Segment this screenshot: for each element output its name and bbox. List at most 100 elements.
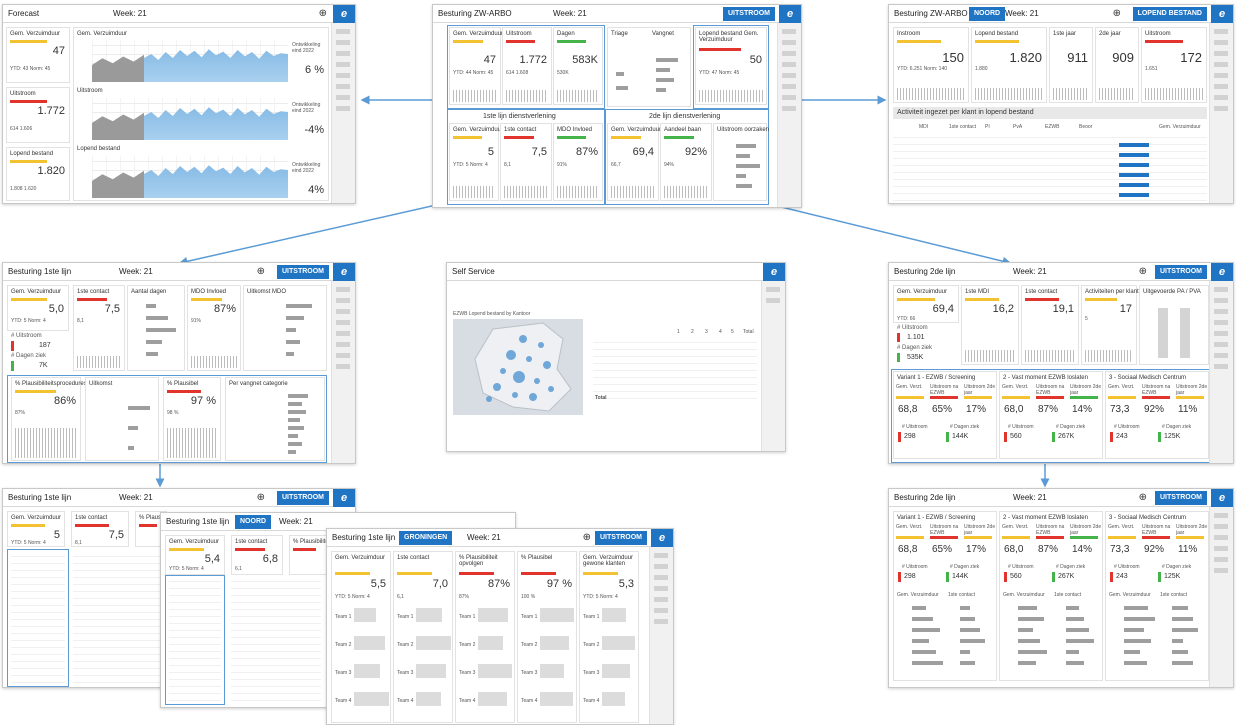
kpi-card[interactable]: Uitstroom 1.772 614 1.606 [6,87,70,143]
kpi-card[interactable]: Gem. Verzuimduur 5,0 YTD: 5 Norm: 4 [7,285,69,331]
kpi-card[interactable]: 2de jaar 909 [1095,27,1139,103]
kpi-card[interactable]: 1ste contact 7,5 8,1 [71,511,129,547]
kpi-card[interactable]: 1ste contact 6,8 6,1 [231,535,283,575]
nav-circle-icon[interactable]: ⊕ [583,532,591,544]
kpi-card[interactable]: Gem. Verzuimduur 5 YTD: 5 Norm: 4 [7,511,65,547]
kpi-card[interactable]: Instroom 150 YTD: 6.251 Norm: 140 [893,27,969,103]
variant-card[interactable]: 3 - Sociaal Medisch Centrum Gem. Verzt. 73… [1105,371,1209,459]
nav-circle-icon[interactable]: ⊕ [1113,8,1121,20]
team-list[interactable] [73,553,163,683]
row-bar [540,608,574,622]
lopend-bestand-button[interactable]: LOPEND BESTAND [1132,7,1207,21]
kpi-card[interactable]: Dagen 583K 530K [553,27,603,105]
variant-card[interactable]: 2 - Vast moment EZWB loslaten Gem. Verzt.… [999,511,1103,681]
b2-week: Week: 21 [1013,267,1047,276]
kpi-card[interactable]: 1ste contact 7,5 8,1 [500,123,552,201]
triage-card[interactable]: Triage Vangnet [607,27,691,107]
variant-card[interactable]: 3 - Sociaal Medisch Centrum Gem. Verzt. 73… [1105,511,1209,681]
uitstroom-button[interactable]: UITSTROOM [277,491,329,505]
kpi-card[interactable]: Gem. Verzuimduur 69,4 YTD: 66 [893,285,959,323]
kpi-card[interactable]: Uitstroom 1.772 614 1.608 [502,27,552,105]
variant-kpi-value: 68,8 [898,544,918,555]
kpi-label: 1ste contact [75,515,108,521]
filter-sidebar[interactable] [1209,23,1233,203]
row-label: Team 4 [459,698,476,704]
variant-card[interactable]: 2 - Vast moment EZWB loslaten Gem. Verzt.… [999,371,1103,459]
kpi-card[interactable]: 1ste jaar 911 [1049,27,1093,103]
uitstroom-button[interactable]: UITSTROOM [1155,491,1207,505]
kpi-bar [169,548,204,551]
nav-circle-icon[interactable]: ⊕ [1139,492,1147,504]
kpi-card[interactable]: Gem. Verzuimduur 47 YTD: 43 Norm: 45 [6,27,70,83]
row-label: Team 1 [459,614,476,620]
pva-card[interactable]: Uitgevoerde PA / PVA [1139,285,1209,365]
nav-circle-icon[interactable]: ⊕ [257,266,265,278]
team-list[interactable] [231,579,321,701]
kpi-card[interactable]: Aandeel baan 92% 94% [660,123,712,201]
kpi-card[interactable]: Lopend bestand 1.820 1.880 [971,27,1047,103]
region-button[interactable]: NOORD [969,7,1006,21]
uitstroom-oorzaken-card[interactable]: Uitstroom oorzaken [713,123,769,201]
kpi-card[interactable]: Lopend bestand 1.820 1.808 1.620 [6,147,70,201]
nav-circle-icon[interactable]: ⊕ [257,492,265,504]
kpi-card[interactable]: 1ste contact 7,5 8,1 [73,285,125,371]
variant-card[interactable]: Variant 1 - EZWB / Screening Gem. Verzt. 6… [893,511,997,681]
sparkbars [699,90,763,102]
filter-sidebar[interactable] [1209,507,1233,687]
kpi-card[interactable]: 1ste contact 19,1 [1021,285,1079,365]
kpi-card[interactable]: Gem. Verzuimduur 69,4 66,7 [607,123,661,201]
kpi-card[interactable]: Uitstroom 172 1.651 [1141,27,1207,103]
netherlands-map[interactable] [453,319,583,415]
filter-sidebar[interactable] [649,547,673,724]
nav-circle-icon[interactable]: ⊕ [319,8,327,20]
hbar [286,352,294,356]
row-bar [540,636,569,650]
activity-table[interactable] [893,133,1207,201]
kpi-card[interactable]: Gem. Verzuimduur 5,4 YTD: 5 Norm: 4 [165,535,225,575]
kpi-card[interactable]: Gem. Verzuimduur 5,5 YTD: 5 Norm: 4 Team 1 T… [331,551,391,723]
region-button[interactable]: GRONINGEN [399,531,453,545]
kpi-card[interactable]: % Plausibiliteit [289,535,332,575]
lopend-card[interactable]: Lopend bestand Gem. Verzuimduur 50 YTD: 47… [695,27,767,105]
kpi-card[interactable]: MDO Invloed 87% 91% [187,285,241,371]
kpi-value: 7,5 [108,529,124,541]
region-button[interactable]: NOORD [235,515,272,529]
uitstroom-marker [1004,572,1007,582]
vangnet-card[interactable]: Per vangnet categorie [225,377,325,461]
kpi-bar [15,390,56,393]
kpi-label: Per vangnet categorie [229,381,288,387]
kpi-card[interactable]: Activiteiten per klant 17 5 [1081,285,1139,365]
uitkomst-card[interactable]: Uitkomst [85,377,159,461]
filter-sidebar[interactable] [331,23,355,203]
filter-sidebar[interactable] [761,281,785,451]
kpi-card[interactable]: % Plausibel 97 % 98 % [163,377,221,461]
kpi-card[interactable]: 1ste MDI 16,2 [961,285,1019,365]
filter-sidebar[interactable] [331,281,355,463]
uitstroom-button[interactable]: UITSTROOM [723,7,775,21]
kpi-card[interactable]: MDO Invloed 87% 91% [553,123,603,201]
kpi-foot: 6,1 [397,594,404,600]
team-list[interactable] [11,553,65,683]
filter-sidebar[interactable] [777,23,801,207]
uitkomst-mdo-card[interactable]: Uitkomst MDO [243,285,327,371]
variant-card[interactable]: Variant 1 - EZWB / Screening Gem. Verzt. 6… [893,371,997,459]
kpi-label: Gem. Verzuimduur gewone klanten [583,555,634,567]
uitstroom-button[interactable]: UITSTROOM [277,265,329,279]
uitstroom-button[interactable]: UITSTROOM [595,531,647,545]
kpi-card[interactable]: 1ste contact 7,0 6,1 Team 1 Team 2 Team 3 Team… [393,551,453,723]
kpi-label: Activiteiten per klant [1085,289,1139,295]
kpi-card[interactable]: Gem. Verzuimduur 5 YTD: 5 Norm: 4 [449,123,503,201]
kpi-card[interactable]: Gem. Verzuimduur gewone klanten 5,3 YTD: 5… [579,551,639,723]
nav-circle-icon[interactable]: ⊕ [1139,266,1147,278]
kpi-label: 1ste contact [77,289,110,295]
uitstroom-button[interactable]: UITSTROOM [1155,265,1207,279]
team-list[interactable] [169,579,221,701]
kpi-card[interactable]: % Plausibiliteitsprocedures 86% 87% [11,377,87,461]
data-table[interactable] [593,337,757,399]
aantal-dagen-card[interactable]: Aantal dagen [127,285,185,371]
kpi-card[interactable]: % Plausibiliteit opvolgen 87% 87% Team 1 Tea… [455,551,515,723]
kpi-card[interactable]: Gem. Verzuimduur 47 YTD: 44 Norm: 45 [449,27,503,105]
kpi-foot: 6,1 [235,566,242,572]
kpi-card[interactable]: % Plausibel 97 % 100 % Team 1 Team 2 Team 3 Te… [517,551,577,723]
filter-sidebar[interactable] [1209,281,1233,463]
